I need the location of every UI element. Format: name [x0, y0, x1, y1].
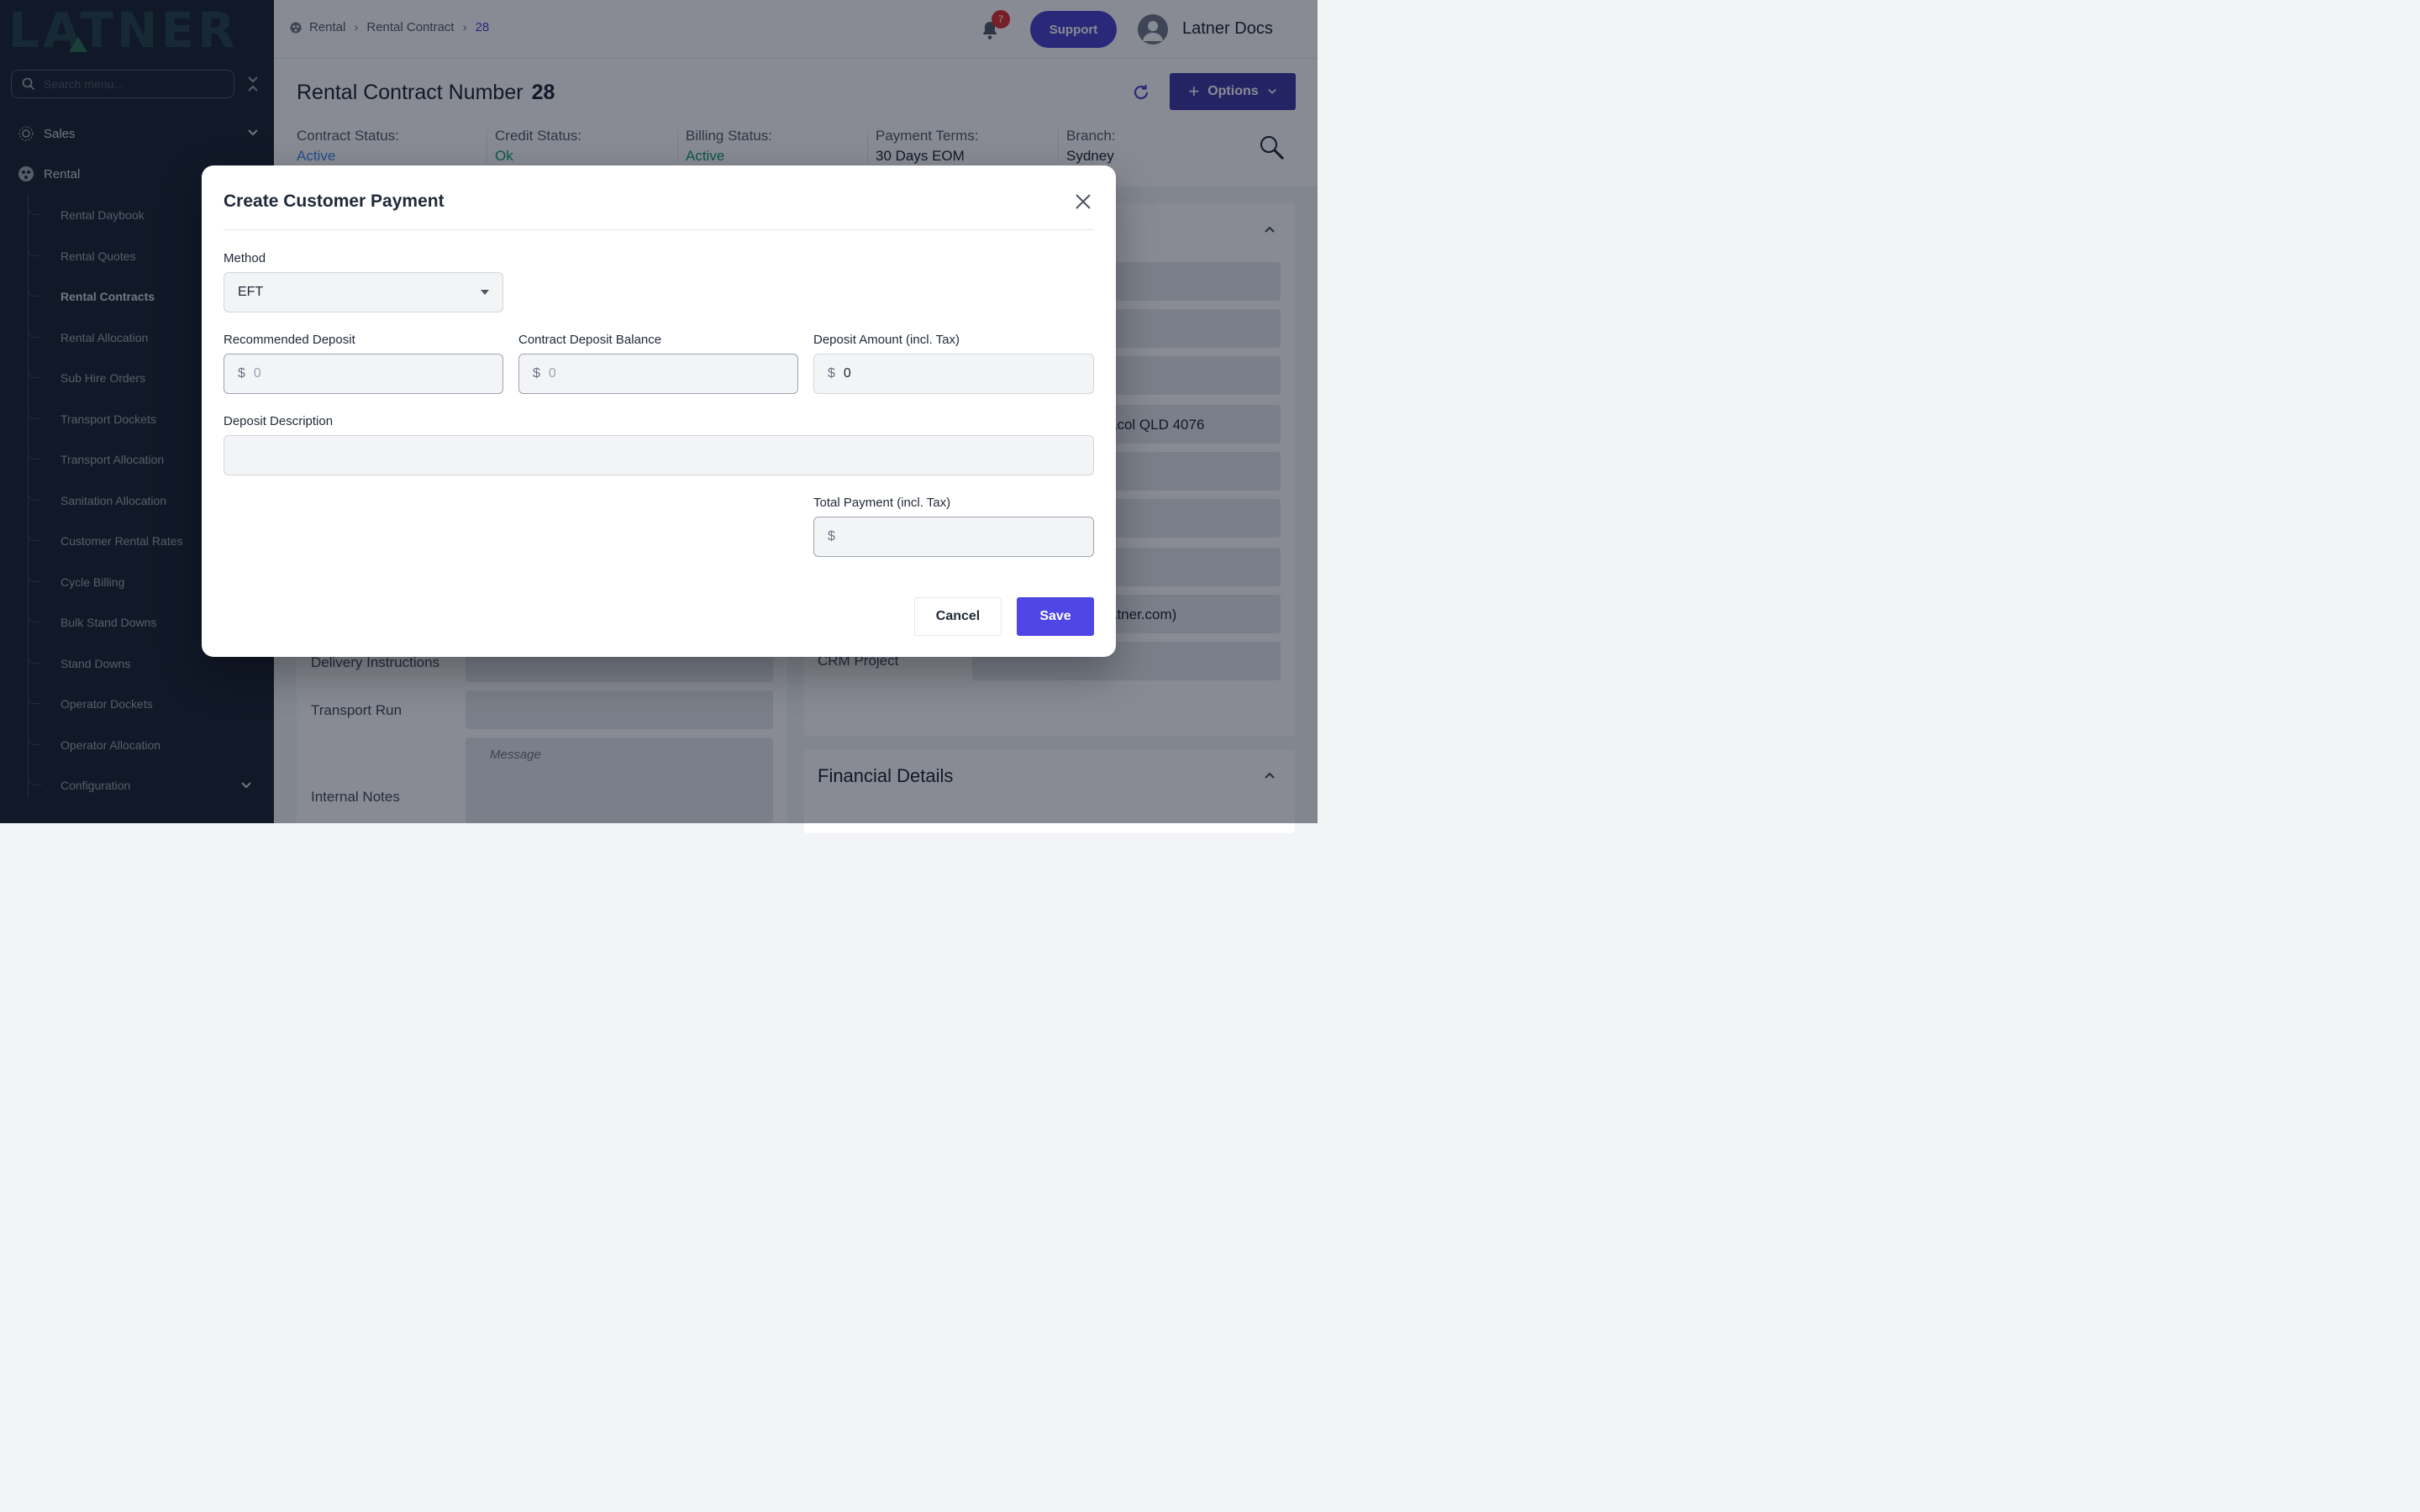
- create-payment-modal: Create Customer Payment Method EFT Recom…: [202, 165, 1116, 657]
- total-payment-label: Total Payment (incl. Tax): [813, 496, 951, 510]
- currency-symbol: $: [828, 366, 835, 381]
- modal-title: Create Customer Payment: [224, 192, 445, 211]
- deposit-amount-value: 0: [843, 366, 851, 381]
- currency-symbol: $: [238, 366, 245, 381]
- contract-deposit-balance-field: $ 0: [518, 354, 798, 394]
- modal-divider: [224, 229, 1094, 230]
- recommended-deposit-label: Recommended Deposit: [224, 333, 355, 347]
- deposit-description-label: Deposit Description: [224, 414, 334, 428]
- deposit-amount-input[interactable]: $ 0: [813, 354, 1094, 394]
- deposit-amount-label: Deposit Amount (incl. Tax): [813, 333, 960, 347]
- method-value: EFT: [238, 285, 264, 299]
- contract-deposit-balance-value: 0: [548, 366, 556, 381]
- currency-symbol: $: [828, 529, 835, 543]
- method-label: Method: [224, 251, 266, 265]
- contract-deposit-balance-label: Contract Deposit Balance: [518, 333, 662, 347]
- total-payment-field: $: [813, 517, 1094, 557]
- save-button[interactable]: Save: [1017, 597, 1094, 636]
- method-select[interactable]: EFT: [224, 272, 503, 312]
- recommended-deposit-field: $ 0: [224, 354, 503, 394]
- recommended-deposit-value: 0: [253, 366, 261, 381]
- deposit-description-input[interactable]: [224, 435, 1094, 475]
- close-icon[interactable]: [1074, 192, 1092, 211]
- cancel-button[interactable]: Cancel: [914, 597, 1002, 636]
- caret-down-icon: [481, 290, 489, 295]
- currency-symbol: $: [533, 366, 540, 381]
